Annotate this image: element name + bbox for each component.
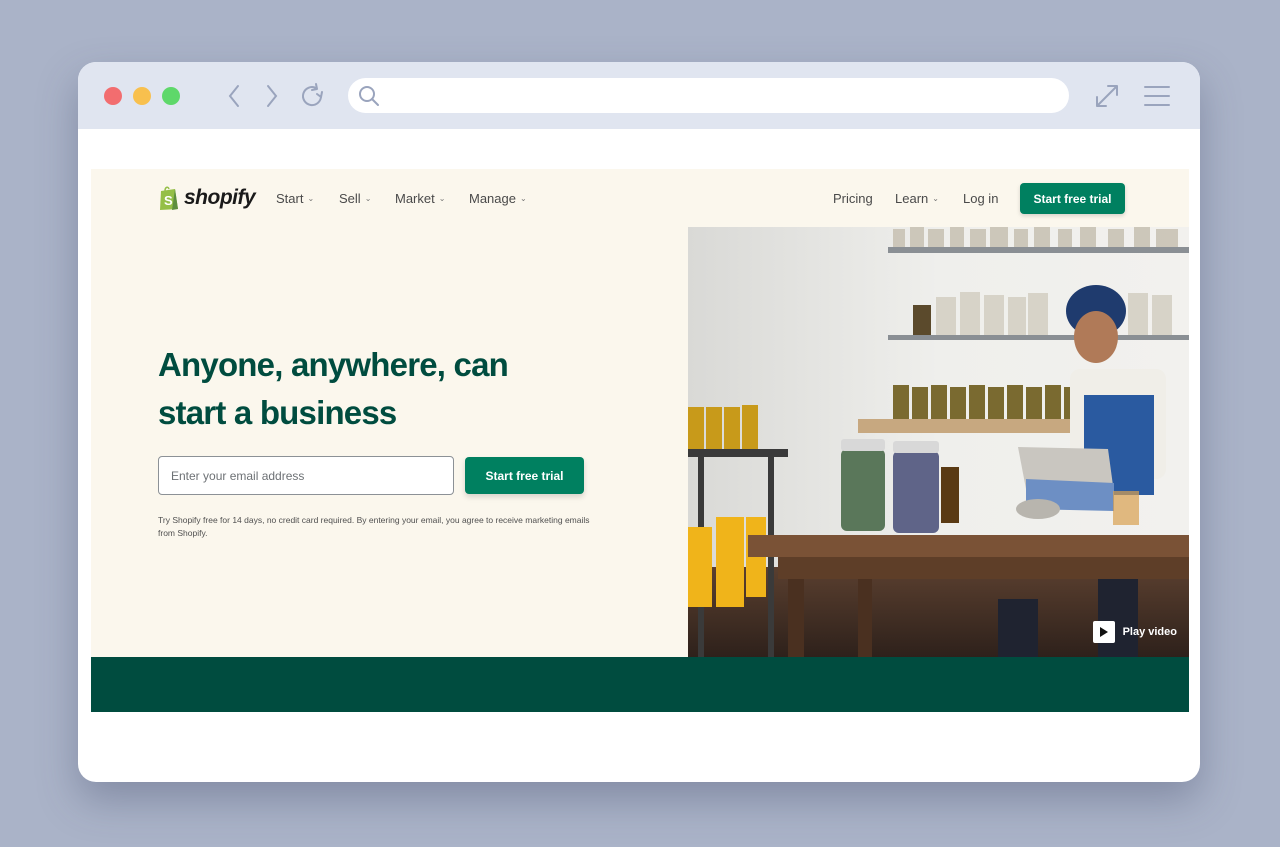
reload-button[interactable] — [298, 82, 326, 110]
trial-disclaimer: Try Shopify free for 14 days, no credit … — [158, 515, 590, 538]
nav-pricing[interactable]: Pricing — [833, 191, 873, 206]
chevron-down-icon: ⌄ — [438, 194, 446, 203]
chevron-left-icon — [228, 85, 239, 107]
search-icon — [359, 85, 379, 106]
browser-window: S shopify Start ⌄ Sell ⌄ Market ⌄ Manage… — [78, 62, 1200, 782]
brand-name: shopify — [184, 186, 256, 209]
browser-toolbar — [78, 62, 1200, 129]
headline-line-2: start a business — [158, 394, 397, 431]
nav-start-label: Start — [276, 191, 304, 206]
nav-sell[interactable]: Sell ⌄ — [339, 191, 371, 206]
nav-login[interactable]: Log in — [963, 191, 998, 206]
hero-headline: Anyone, anywhere, can start a business — [158, 341, 578, 437]
nav-market-label: Market — [395, 191, 435, 206]
header-start-free-trial-button[interactable]: Start free trial — [1020, 183, 1125, 214]
nav-pricing-label: Pricing — [833, 191, 873, 206]
nav-manage[interactable]: Manage ⌄ — [469, 191, 527, 206]
expand-icon — [1096, 85, 1118, 107]
chevron-down-icon: ⌄ — [519, 194, 527, 203]
maximize-window-button[interactable] — [162, 87, 180, 105]
chevron-right-icon — [267, 85, 278, 107]
nav-manage-label: Manage — [469, 191, 516, 206]
nav-learn[interactable]: Learn ⌄ — [895, 191, 939, 206]
back-button[interactable] — [220, 82, 248, 110]
email-input[interactable] — [158, 456, 454, 495]
shopify-logo[interactable]: S shopify — [158, 185, 256, 211]
shopify-homepage: S shopify Start ⌄ Sell ⌄ Market ⌄ Manage… — [91, 169, 1189, 712]
nav-sell-label: Sell — [339, 191, 361, 206]
address-bar[interactable] — [348, 78, 1069, 113]
hero-start-free-trial-button[interactable]: Start free trial — [465, 457, 584, 494]
shopify-bag-icon: S — [160, 186, 178, 210]
reload-icon — [302, 83, 323, 107]
minimize-window-button[interactable] — [133, 87, 151, 105]
chevron-down-icon: ⌄ — [307, 194, 315, 203]
play-video-button[interactable]: Play video — [1092, 621, 1177, 643]
url-input[interactable] — [386, 78, 1069, 113]
workshop-scene-illustration — [688, 227, 1189, 657]
fullscreen-button[interactable] — [1093, 82, 1121, 110]
nav-start[interactable]: Start ⌄ — [276, 191, 314, 206]
hamburger-menu-icon — [1144, 86, 1170, 106]
site-header: S shopify Start ⌄ Sell ⌄ Market ⌄ Manage… — [91, 169, 1189, 227]
nav-login-label: Log in — [963, 191, 999, 206]
menu-button[interactable] — [1143, 82, 1171, 110]
chevron-down-icon: ⌄ — [932, 194, 939, 203]
hero-photo: Play video — [688, 227, 1189, 657]
play-icon — [1092, 621, 1115, 643]
nav-market[interactable]: Market ⌄ — [395, 191, 445, 206]
headline-line-1: Anyone, anywhere, can — [158, 346, 509, 383]
close-window-button[interactable] — [104, 87, 122, 105]
forward-button[interactable] — [258, 82, 286, 110]
play-video-label: Play video — [1122, 626, 1177, 638]
chevron-down-icon: ⌄ — [364, 194, 372, 203]
green-footer-band — [91, 657, 1189, 712]
svg-text:S: S — [164, 193, 173, 208]
nav-learn-label: Learn — [895, 191, 929, 206]
